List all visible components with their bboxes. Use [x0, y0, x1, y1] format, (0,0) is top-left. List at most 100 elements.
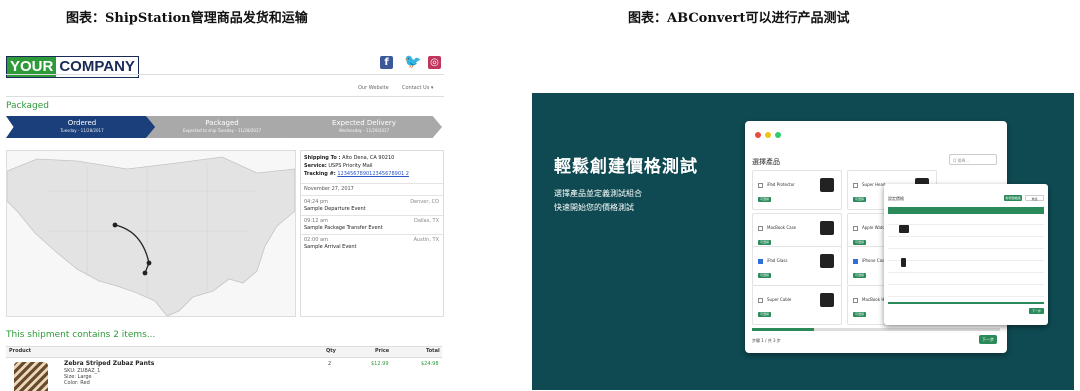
table-row [888, 260, 1044, 261]
tracking-map[interactable] [6, 150, 296, 317]
checkbox-checked[interactable] [853, 259, 858, 264]
col-qty: Qty [326, 348, 336, 354]
step-label: Ordered [67, 119, 97, 127]
status-title: Packaged [6, 101, 50, 111]
progress-bar [752, 328, 814, 331]
product-name: iPhone Case [862, 258, 887, 263]
step-label: Packaged [205, 119, 239, 127]
product-thumbnail [820, 178, 834, 192]
event-date: November 27, 2017 [304, 186, 354, 192]
step-sub: Wednesday - 11/29/2017 [338, 128, 390, 133]
map-point [112, 222, 118, 228]
step-label: Expected Delivery [332, 119, 396, 127]
our-website-link[interactable]: Our Website [358, 85, 389, 91]
add-price-group-button[interactable]: 新增價格組 [1004, 195, 1022, 201]
table-row [888, 248, 1044, 249]
checkbox[interactable] [758, 226, 763, 231]
abconvert-screenshot: 輕鬆創建價格測試 選擇產品並定義測試組合 快速開始您的價格測試 選擇產品 Q 搜… [532, 93, 1074, 390]
tracking-info-panel: Shipping To : Alto Dena, CA 90210 Servic… [300, 150, 444, 317]
table-row [888, 224, 1044, 225]
product-card[interactable]: Super Cable 可選擇 [752, 285, 842, 325]
divider [6, 96, 444, 97]
table-row [888, 296, 1044, 297]
settings-next-button[interactable]: 下一步 [1029, 308, 1044, 314]
product-tag: 可選擇 [758, 273, 771, 278]
abconvert-subtitle-1: 選擇產品並定義測試組合 [554, 189, 642, 198]
event-time: 09:12 am [304, 218, 328, 224]
settings-title: 設定價格 [888, 196, 904, 201]
product-thumbnail [820, 254, 834, 268]
item-name: Zebra Striped Zubaz Pants [64, 360, 155, 367]
event-desc: Sample Package Transfer Event [304, 225, 383, 231]
item-qty: 2 [328, 361, 332, 367]
col-product: Product [9, 348, 32, 354]
price-settings-window: 設定價格 新增價格組 重設 下一步 [884, 184, 1048, 325]
col-total: Total [426, 348, 440, 354]
facebook-icon[interactable]: f [380, 56, 393, 69]
figure-caption-left: 图表：ShipStation管理商品发货和运输 [66, 11, 308, 26]
progress-bar [888, 302, 1044, 304]
product-tag: 可選擇 [758, 197, 771, 202]
table-row [888, 284, 1044, 285]
reset-button[interactable]: 重設 [1025, 195, 1044, 201]
product-name: iPad Glass [767, 258, 788, 263]
event-time: 02:00 am [304, 237, 328, 243]
event-place: Austin, TX [413, 237, 439, 243]
product-name: Super Cable [767, 297, 792, 302]
divider [6, 74, 444, 75]
product-tag: 可選擇 [758, 312, 771, 317]
items-table-header: Product Qty Price Total [6, 346, 442, 358]
window-minimize-dot[interactable] [765, 132, 771, 138]
table-row [888, 236, 1044, 237]
event-desc: Sample Arrival Event [304, 244, 357, 250]
item-total: $24.98 [421, 361, 439, 367]
next-button[interactable]: 下一步 [979, 335, 997, 344]
product-thumbnail [820, 221, 834, 235]
table-row [888, 272, 1044, 273]
window-zoom-dot[interactable] [775, 132, 781, 138]
product-card[interactable]: iPad Protector 可選擇 [752, 170, 842, 210]
twitter-icon[interactable]: 🐦 [404, 55, 421, 69]
product-tag: 可選擇 [853, 240, 866, 245]
product-card[interactable]: iPad Glass 可選擇 [752, 246, 842, 286]
product-name: iPad Protector [767, 182, 795, 187]
product-tag: 可選擇 [853, 197, 866, 202]
checkbox[interactable] [758, 298, 763, 303]
event-place: Denver, CO [410, 199, 439, 205]
tracking-line: Tracking #: 123456789012345678901 2 [304, 171, 409, 177]
product-thumbnail [901, 258, 906, 267]
col-price: Price [375, 348, 390, 354]
product-tag: 可選擇 [758, 240, 771, 245]
shipment-title: This shipment contains 2 items... [6, 330, 156, 340]
checkbox[interactable] [758, 183, 763, 188]
product-name: Super Head [862, 182, 886, 187]
tracking-number-link[interactable]: 123456789012345678901 2 [337, 171, 409, 177]
map-point [146, 260, 152, 266]
checkbox[interactable] [853, 226, 858, 231]
product-image [14, 362, 48, 391]
service-line: Service: USPS Priority Mail [304, 163, 373, 169]
settings-table-header [888, 207, 1044, 214]
shipstation-screenshot: YOUR COMPANY f 🐦 ◎ Our Website Contact U… [0, 48, 450, 391]
product-tag: 可選擇 [853, 312, 866, 317]
shipping-to-line: Shipping To : Alto Dena, CA 90210 [304, 155, 395, 161]
checkbox[interactable] [853, 183, 858, 188]
checkbox[interactable] [853, 298, 858, 303]
contact-us-link[interactable]: Contact Us ▾ [402, 85, 433, 91]
event-place: Dallas, TX [413, 218, 439, 224]
abconvert-title: 輕鬆創建價格測試 [554, 157, 698, 177]
product-search-input[interactable]: Q 搜尋... [949, 154, 997, 165]
instagram-icon[interactable]: ◎ [428, 56, 441, 69]
step-expected-delivery: Expected Delivery Wednesday - 11/29/2017 [286, 116, 442, 138]
product-thumbnail [820, 293, 834, 307]
figure-caption-right: 图表：ABConvert可以进行产品测试 [628, 11, 850, 26]
window-close-dot[interactable] [755, 132, 761, 138]
event-time: 04:24 pm [304, 199, 329, 205]
step-sub: Expected to ship Tuesday - 11/28/2017 [182, 128, 262, 133]
step-packaged: Packaged Expected to ship Tuesday - 11/2… [146, 116, 298, 138]
step-ordered: Ordered Tuesday - 11/28/2017 [6, 116, 158, 138]
product-tag: 可選擇 [853, 273, 866, 278]
checkbox-checked[interactable] [758, 259, 763, 264]
step-indicator: 步驟 1 / 共 3 步 [752, 338, 781, 343]
abconvert-subtitle-2: 快速開始您的價格測試 [554, 203, 634, 212]
